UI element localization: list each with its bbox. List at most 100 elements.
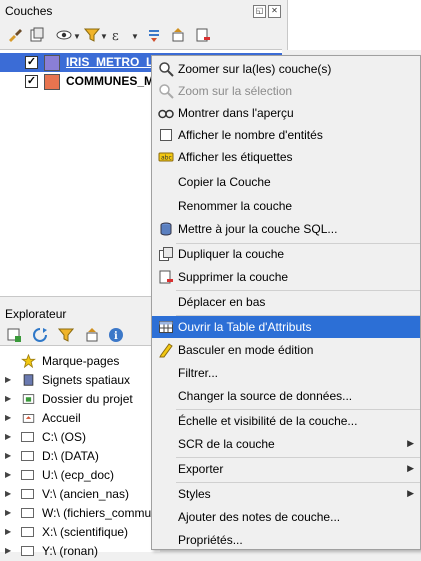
browser-item-label: C:\ (OS): [42, 430, 86, 444]
database-icon: [160, 222, 172, 236]
expression-dropdown-arrow[interactable]: ▼: [131, 32, 139, 41]
visibility-eye-icon[interactable]: [56, 27, 72, 43]
float-panel-button[interactable]: ◱: [253, 5, 266, 18]
add-layers-icon[interactable]: [6, 327, 22, 343]
menu-item-label: Filtrer...: [178, 366, 219, 380]
browser-item-signets[interactable]: ▶ Signets spatiaux: [0, 372, 160, 390]
explorer-panel: Explorateur i Marque-pages ▶ Signets spa…: [0, 296, 160, 558]
browser-item-drive-d[interactable]: ▶ D:\ (DATA): [0, 448, 160, 466]
filter-browser-icon[interactable]: [58, 327, 74, 343]
overview-icon: [158, 109, 174, 119]
eye-dropdown-arrow[interactable]: ▼: [73, 32, 81, 41]
expander-arrow[interactable]: ▶: [5, 451, 11, 460]
expander-arrow[interactable]: ▶: [5, 546, 11, 555]
layer-visibility-checkbox[interactable]: ✓: [25, 75, 38, 88]
menu-item-filter[interactable]: Filtrer...: [152, 362, 420, 384]
menu-item-label: Ajouter des notes de couche...: [178, 510, 341, 524]
menu-item-label: Copier la Couche: [178, 175, 271, 189]
layer-context-menu: Zoomer sur la(les) couche(s) Zoom sur la…: [151, 55, 421, 550]
layer-color-swatch: [44, 74, 60, 90]
layer-visibility-checkbox[interactable]: ✓: [25, 56, 38, 69]
menu-item-change-source[interactable]: Changer la source de données...: [152, 385, 420, 407]
browser-item-accueil[interactable]: ▶ Accueil: [0, 410, 160, 428]
menu-item-update-sql[interactable]: Mettre à jour la couche SQL...: [152, 218, 420, 240]
menu-item-duplicate-layer[interactable]: Dupliquer la couche: [152, 243, 420, 265]
browser-item-label: D:\ (DATA): [42, 449, 99, 463]
map-canvas[interactable]: [287, 0, 421, 50]
folder-icon: [21, 468, 36, 482]
browser-item-label: U:\ (ecp_doc): [42, 468, 115, 482]
browser-item-drive-v[interactable]: ▶ V:\ (ancien_nas): [0, 486, 160, 504]
expander-arrow[interactable]: ▶: [5, 470, 11, 479]
menu-item-properties[interactable]: Propriétés...: [152, 529, 420, 551]
menu-item-add-notes[interactable]: Ajouter des notes de couche...: [152, 506, 420, 528]
style-brush-icon[interactable]: [7, 27, 23, 43]
expander-arrow[interactable]: ▶: [5, 413, 11, 422]
explorer-panel-title: Explorateur: [5, 307, 67, 321]
checkbox-icon: [160, 129, 172, 141]
info-icon[interactable]: i: [108, 327, 124, 343]
browser-item-label: Marque-pages: [42, 354, 120, 368]
menu-item-zoom-layer[interactable]: Zoomer sur la(les) couche(s): [152, 58, 420, 80]
browser-item-drive-x[interactable]: ▶ X:\ (scientifique): [0, 524, 160, 542]
menu-item-label: Basculer en mode édition: [178, 343, 314, 357]
pencil-icon: [159, 343, 173, 358]
expander-arrow[interactable]: ▶: [5, 432, 11, 441]
menu-item-label: Montrer dans l'aperçu: [178, 106, 294, 120]
menu-item-export[interactable]: Exporter ▶: [152, 458, 420, 480]
menu-item-label: Exporter: [178, 462, 224, 476]
browser-item-marque-pages[interactable]: Marque-pages: [0, 353, 160, 371]
browser-item-label: V:\ (ancien_nas): [42, 487, 129, 501]
menu-item-remove-layer[interactable]: Supprimer la couche: [152, 266, 420, 288]
filter-dropdown-arrow[interactable]: ▼: [100, 32, 108, 41]
menu-item-label: Renommer la couche: [178, 199, 293, 213]
browser-item-drive-y[interactable]: ▶ Y:\ (ronan): [0, 543, 160, 561]
browser-item-label: Y:\ (ronan): [42, 544, 99, 558]
menu-item-label: Styles: [178, 487, 211, 501]
browser-item-drive-w[interactable]: ▶ W:\ (fichiers_commu: [0, 505, 160, 523]
menu-item-label: SCR de la couche: [178, 437, 275, 451]
menu-item-label: Mettre à jour la couche SQL...: [178, 222, 338, 236]
menu-item-label: Zoom sur la sélection: [178, 84, 293, 98]
menu-item-move-bottom[interactable]: Déplacer en bas: [152, 291, 420, 313]
expander-arrow[interactable]: ▶: [5, 394, 11, 403]
close-panel-button[interactable]: ✕: [268, 5, 281, 18]
expander-arrow[interactable]: ▶: [5, 489, 11, 498]
folder-icon: [21, 487, 36, 501]
expander-arrow[interactable]: ▶: [5, 508, 11, 517]
menu-item-show-labels[interactable]: abc Afficher les étiquettes: [152, 146, 420, 168]
submenu-arrow-icon: ▶: [407, 488, 414, 498]
menu-item-label: Déplacer en bas: [178, 295, 266, 309]
browser-item-label: Signets spatiaux: [42, 373, 131, 387]
menu-item-feature-count[interactable]: Afficher le nombre d'entités: [152, 124, 420, 146]
menu-item-zoom-selection[interactable]: Zoom sur la sélection: [152, 80, 420, 102]
bookmarks-icon: [23, 374, 34, 386]
folder-icon: [21, 449, 36, 463]
menu-item-copy-layer[interactable]: Copier la Couche: [152, 171, 420, 193]
folder-icon: [21, 506, 36, 520]
collapse-all-icon[interactable]: [170, 27, 186, 43]
svg-text:ε: ε: [112, 29, 119, 43]
browser-item-drive-c[interactable]: ▶ C:\ (OS): [0, 429, 160, 447]
menu-item-layer-crs[interactable]: SCR de la couche ▶: [152, 433, 420, 455]
remove-layer-toolbar-icon[interactable]: [195, 27, 211, 43]
filter-icon[interactable]: [84, 27, 100, 43]
browser-item-dossier-projet[interactable]: ▶ Dossier du projet: [0, 391, 160, 409]
refresh-icon[interactable]: [32, 327, 48, 343]
browser-item-drive-u[interactable]: ▶ U:\ (ecp_doc): [0, 467, 160, 485]
duplicate-icon: [159, 247, 173, 261]
menu-item-styles[interactable]: Styles ▶: [152, 483, 420, 505]
menu-item-scale-visibility[interactable]: Échelle et visibilité de la couche...: [152, 410, 420, 432]
expander-arrow[interactable]: ▶: [5, 527, 11, 536]
menu-item-open-attribute-table[interactable]: Ouvrir la Table d'Attributs: [152, 316, 420, 338]
expand-all-icon[interactable]: [146, 27, 162, 43]
menu-item-toggle-editing[interactable]: Basculer en mode édition: [152, 339, 420, 361]
svg-text:i: i: [114, 331, 118, 342]
collapse-browser-icon[interactable]: [84, 327, 100, 343]
expander-arrow[interactable]: ▶: [5, 375, 11, 384]
browser-item-label: Dossier du projet: [42, 392, 133, 406]
menu-item-show-overview[interactable]: Montrer dans l'aperçu: [152, 102, 420, 124]
add-group-icon[interactable]: [29, 27, 45, 43]
expression-filter-icon[interactable]: ε: [111, 27, 127, 43]
menu-item-rename-layer[interactable]: Renommer la couche: [152, 195, 420, 217]
